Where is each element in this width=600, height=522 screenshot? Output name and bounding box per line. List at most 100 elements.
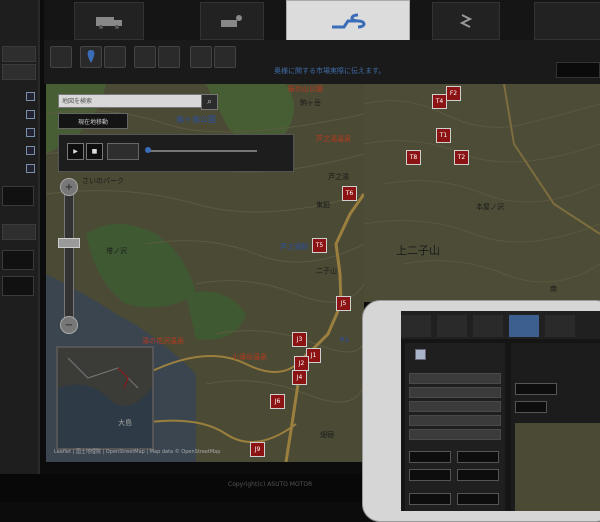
left-checkbox-2[interactable]	[26, 110, 35, 119]
left-dropdown-3[interactable]	[2, 224, 36, 240]
toolbar-right-button[interactable]	[556, 62, 600, 78]
tablet-row[interactable]	[409, 429, 501, 440]
path-icon	[459, 14, 473, 28]
map-search-input[interactable]: 地図を検索	[58, 94, 218, 108]
label-higashi: 東鉛	[316, 201, 330, 209]
marker[interactable]: J3	[292, 332, 307, 347]
copyright-text: Copyright(c) ASUTO MOTOR	[228, 481, 313, 488]
label-minami: 南	[550, 285, 557, 293]
marker[interactable]: F2	[446, 86, 461, 101]
tablet-tab-user[interactable]	[473, 315, 503, 337]
layer-icon[interactable]	[190, 46, 212, 68]
location-pin-icon[interactable]	[80, 46, 102, 68]
tablet-tab-settings[interactable]	[545, 315, 575, 337]
main-tab-bar	[44, 0, 600, 42]
tablet-button[interactable]	[457, 451, 499, 463]
play-icon[interactable]: ▶	[67, 143, 84, 160]
left-checkbox-4[interactable]	[26, 146, 35, 155]
playback-controls: ▶ ■	[58, 134, 294, 172]
target-icon[interactable]	[104, 46, 126, 68]
left-checkbox-5[interactable]	[26, 164, 35, 173]
label-honzou: 本屋ノ沢	[476, 203, 504, 211]
route-icon	[332, 13, 366, 29]
minimap-label: 大島	[118, 419, 132, 427]
tablet-tab-truck[interactable]	[401, 315, 431, 337]
tablet-row[interactable]	[409, 387, 501, 398]
left-dropdown-2[interactable]	[2, 64, 36, 80]
cloud-icon[interactable]	[158, 46, 180, 68]
tab-truck[interactable]	[74, 2, 144, 40]
vehicle-user-icon	[221, 15, 242, 27]
tablet-button[interactable]	[409, 451, 451, 463]
stop-icon[interactable]: ■	[86, 143, 103, 160]
search-icon[interactable]: ⌕	[201, 94, 218, 110]
label-kamifutago: 上二子山	[396, 244, 440, 257]
tablet-map[interactable]	[515, 423, 600, 511]
tablet-map-panel	[511, 343, 600, 511]
tablet-button[interactable]	[409, 493, 451, 505]
left-dropdown-1[interactable]	[2, 46, 36, 62]
grid-icon[interactable]	[50, 46, 72, 68]
tablet-button[interactable]	[409, 469, 451, 481]
tablet-button[interactable]	[457, 469, 499, 481]
zoom-slider[interactable]	[64, 184, 74, 330]
marker[interactable]: J2	[294, 356, 309, 371]
marker[interactable]: T1	[436, 128, 451, 143]
marker[interactable]: T2	[454, 150, 469, 165]
playback-timeline[interactable]	[145, 147, 257, 153]
left-checkbox-1[interactable]	[26, 92, 35, 101]
playback-speed-select[interactable]	[107, 143, 139, 160]
overview-minimap[interactable]: 大島	[56, 346, 154, 450]
tab-vehicle-user[interactable]	[200, 2, 264, 40]
tab-extra[interactable]	[534, 2, 600, 40]
tablet-left-panel	[405, 343, 505, 511]
settings-icon[interactable]	[214, 46, 236, 68]
label-cherry: 桜の山公園	[288, 85, 323, 93]
label-kowakudani: 小涌谷温泉	[232, 353, 267, 361]
marker[interactable]: J9	[250, 442, 265, 457]
tablet-row[interactable]	[409, 401, 501, 412]
label-yunohanazawa: 湯の花沢温泉	[142, 337, 184, 345]
map-attribution: Leaflet | 国土地理院 | OpenStreetMap | Map da…	[54, 449, 221, 455]
label-kochi-park: さいのパーク	[82, 177, 124, 185]
marker[interactable]: T4	[432, 94, 447, 109]
tablet-row[interactable]	[409, 373, 501, 384]
tablet-screen	[401, 311, 600, 511]
label-ashinoyu-onsen: 芦之湯温泉	[316, 135, 351, 143]
zoom-in-button[interactable]: +	[60, 178, 78, 196]
truck-icon	[96, 17, 122, 29]
label-hatajuku: 畑宿	[320, 431, 334, 439]
left-control-panel	[0, 0, 40, 502]
zoom-handle[interactable]	[58, 238, 80, 248]
left-button-3[interactable]	[2, 276, 34, 296]
marker[interactable]: J5	[336, 296, 351, 311]
marker[interactable]: T5	[312, 238, 327, 253]
marker[interactable]: J4	[292, 370, 307, 385]
label-futago: 二子山	[316, 267, 337, 275]
tab-path[interactable]	[432, 2, 500, 40]
traffic-icon[interactable]	[134, 46, 156, 68]
marker[interactable]: T6	[342, 186, 357, 201]
marker[interactable]: T8	[406, 150, 421, 165]
timeline-knob[interactable]	[145, 147, 151, 153]
label-tonosawa: 塔ノ沢	[106, 247, 127, 255]
tablet-play-button[interactable]	[515, 401, 547, 413]
left-button-2[interactable]	[2, 250, 34, 270]
tablet-map-button[interactable]	[515, 383, 557, 395]
label-peak: 駒ヶ岳	[300, 99, 321, 107]
current-location-button[interactable]: 現在地移動	[58, 113, 128, 129]
status-bar	[0, 474, 370, 502]
tablet-row[interactable]	[409, 415, 501, 426]
tab-route[interactable]	[286, 0, 410, 42]
marker[interactable]: J6	[270, 394, 285, 409]
tablet-button[interactable]	[457, 493, 499, 505]
map-area-right[interactable]: 本屋ノ沢 上二子山 南	[364, 84, 600, 302]
left-checkbox-3[interactable]	[26, 128, 35, 137]
tablet-tab-route[interactable]	[509, 315, 539, 337]
label-route-road: R1	[340, 336, 350, 344]
left-button-1[interactable]	[2, 186, 34, 206]
tablet-tab-gauge[interactable]	[437, 315, 467, 337]
notice-text: 奥様に関する市場実際に伝えます。	[274, 67, 386, 75]
label-ashinoyu-station: 芦之湯駅	[280, 243, 308, 251]
zoom-out-button[interactable]: −	[60, 316, 78, 334]
